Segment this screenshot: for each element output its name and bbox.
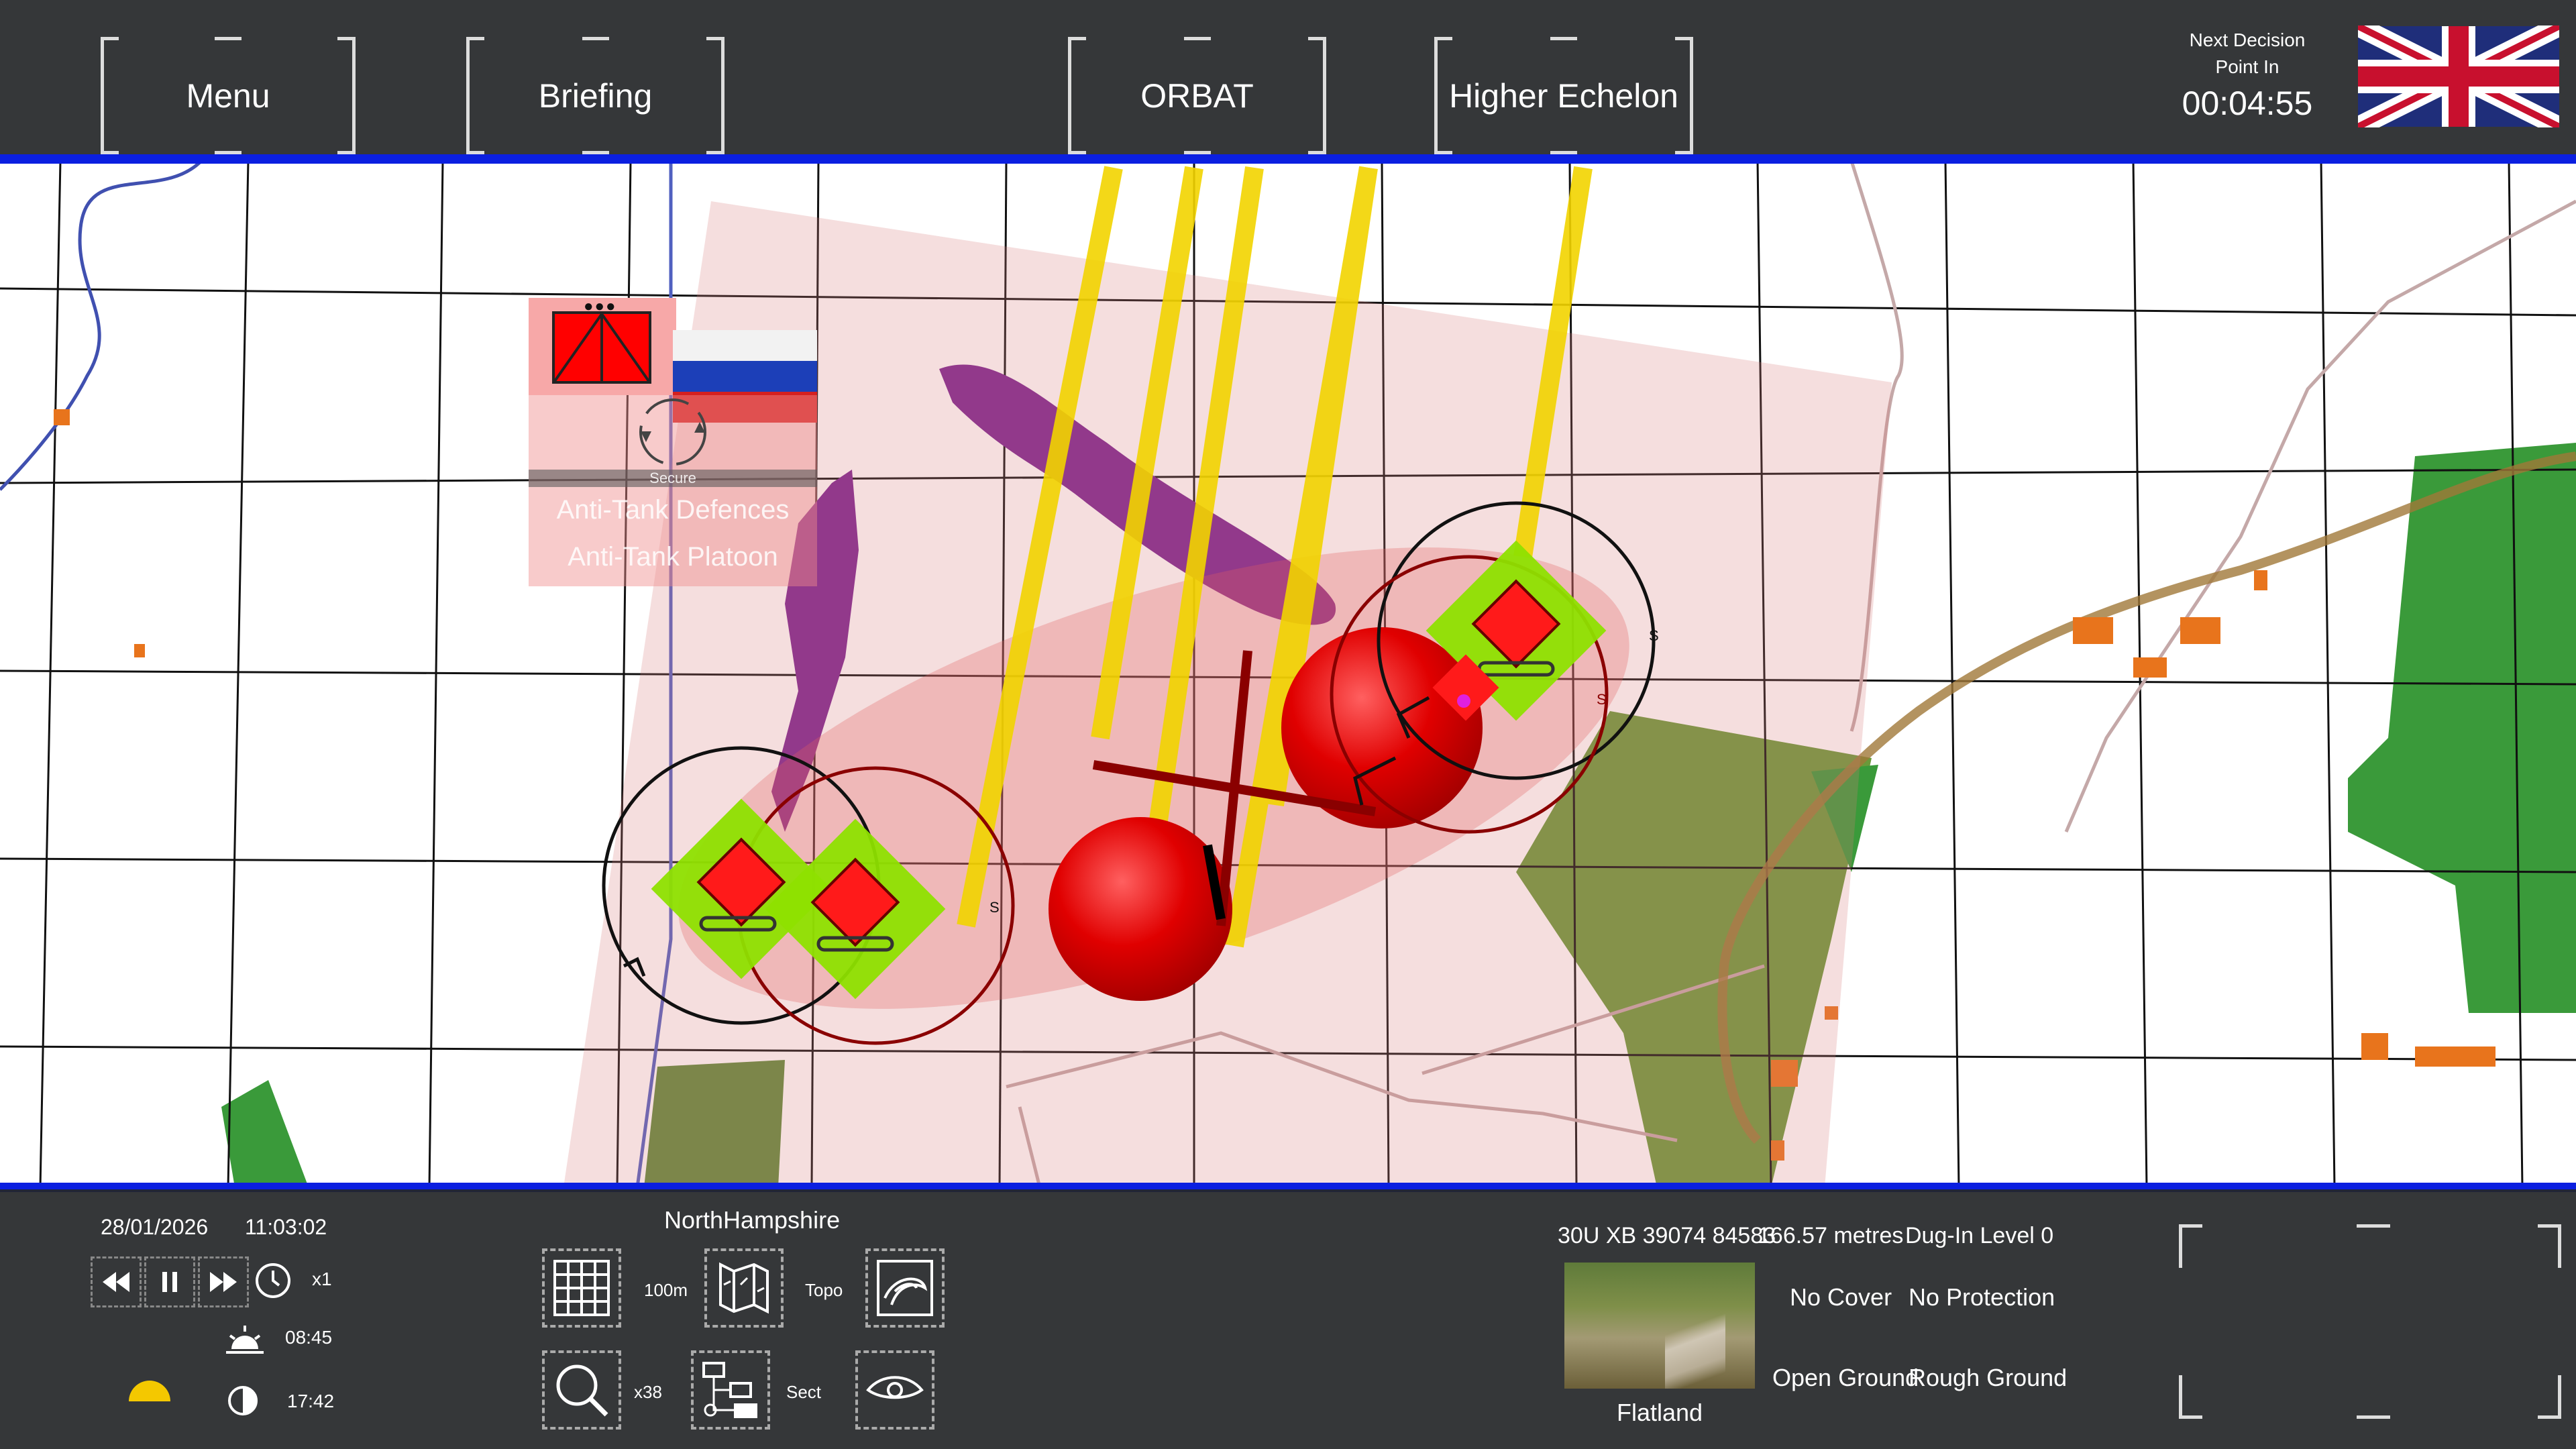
grid-reference: 30U XB 39074 84583 xyxy=(1558,1223,1776,1248)
secure-status-icon xyxy=(639,398,706,466)
enemy-unit-status: Secure xyxy=(649,470,696,486)
higher-echelon-button[interactable]: Higher Echelon xyxy=(1434,37,1693,154)
rewind-icon xyxy=(103,1272,129,1292)
terrain-type: Flatland xyxy=(1617,1399,1703,1426)
sunset-time: 17:42 xyxy=(287,1391,335,1411)
svg-text:S: S xyxy=(1597,691,1607,708)
sector-label: Sect xyxy=(786,1382,822,1402)
sunrise-time: 08:45 xyxy=(285,1327,333,1348)
time-speed: x1 xyxy=(312,1269,332,1289)
topo-button[interactable] xyxy=(865,1248,945,1328)
map-layer-button[interactable] xyxy=(704,1248,784,1328)
fast-forward-button[interactable] xyxy=(198,1256,249,1307)
zoom-level: x38 xyxy=(634,1382,662,1402)
map-layer-icon xyxy=(719,1262,769,1314)
ground-type-2: Rough Ground xyxy=(1909,1364,2068,1391)
visibility-button[interactable] xyxy=(855,1350,934,1430)
cover-status: No Cover xyxy=(1790,1283,1892,1311)
enemy-unit-name: Anti-Tank Platoon xyxy=(568,542,778,572)
next-decision-label: Next Decision Point In xyxy=(2189,30,2306,77)
sector-button[interactable] xyxy=(691,1350,770,1430)
eye-icon xyxy=(866,1376,924,1399)
grid-toggle-button[interactable] xyxy=(542,1248,621,1328)
region-name: NorthHampshire xyxy=(664,1206,841,1234)
game-time: 11:03:02 xyxy=(245,1215,327,1239)
protection-status: No Protection xyxy=(1909,1283,2055,1311)
next-decision-timer: 00:04:55 xyxy=(2182,85,2313,122)
pause-icon xyxy=(162,1272,177,1292)
fast-forward-icon xyxy=(210,1272,237,1292)
rewind-button[interactable] xyxy=(91,1256,142,1307)
terrain-photo xyxy=(1564,1263,1755,1389)
bottom-bar: 28/01/2026 11:03:02 x1 08:45 17:42 North… xyxy=(0,1189,2576,1449)
game-date: 28/01/2026 xyxy=(101,1215,209,1239)
enemy-unit-task: Anti-Tank Defences xyxy=(556,495,790,525)
grid-icon xyxy=(553,1260,610,1316)
unit-selection-panel[interactable] xyxy=(2179,1224,2561,1419)
map-type: Topo xyxy=(805,1280,843,1300)
zoom-button[interactable] xyxy=(542,1350,621,1430)
svg-text:S: S xyxy=(1649,627,1659,644)
grid-size: 100m xyxy=(644,1280,688,1300)
dug-in-level: Dug-In Level 0 xyxy=(1905,1223,2054,1248)
topo-contour-icon xyxy=(877,1260,933,1316)
orbat-button[interactable]: ORBAT xyxy=(1068,37,1326,154)
search-icon xyxy=(556,1364,608,1417)
sunrise-icon xyxy=(226,1326,264,1354)
menu-button[interactable]: Menu xyxy=(101,37,356,154)
sector-hierarchy-icon xyxy=(702,1362,757,1418)
river xyxy=(0,160,203,491)
sunset-icon xyxy=(228,1386,258,1415)
clock-icon[interactable] xyxy=(254,1261,292,1300)
pause-button[interactable] xyxy=(144,1256,195,1307)
top-divider xyxy=(0,154,2576,164)
svg-text:S: S xyxy=(989,899,1000,916)
top-bar: Menu Briefing ORBAT Higher Echelon Next … xyxy=(0,0,2576,158)
enemy-unit-card[interactable]: ●●● Secure Anti-Tank Defences Anti-Tank … xyxy=(529,298,817,586)
uk-flag-icon xyxy=(2358,25,2559,127)
ground-type-1: Open Ground xyxy=(1772,1364,1919,1391)
impact-sphere xyxy=(1049,817,1232,1001)
enemy-unit-symbol: ●●● xyxy=(529,298,676,395)
daytime-sun-icon xyxy=(129,1381,170,1401)
elevation: 166.57 metres xyxy=(1758,1223,1904,1248)
briefing-button[interactable]: Briefing xyxy=(466,37,724,154)
